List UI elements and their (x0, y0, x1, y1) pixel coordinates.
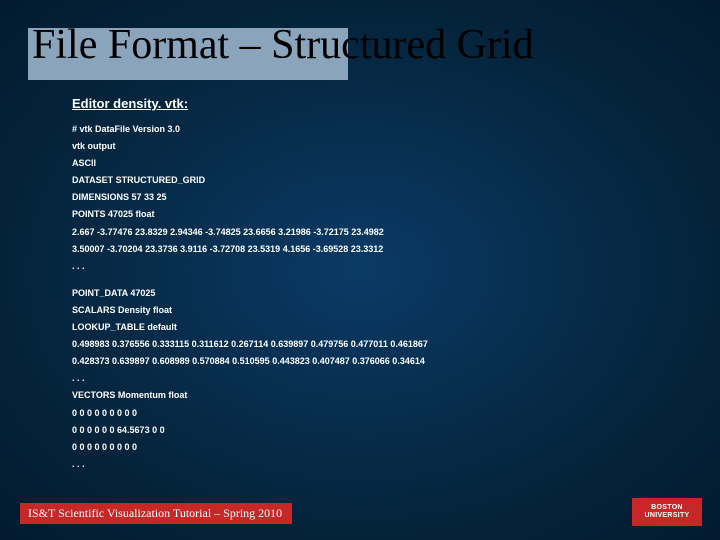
file-line: 3.50007 -3.70204 23.3736 3.9116 -3.72708… (72, 241, 680, 258)
logo-text: BOSTON UNIVERSITY (644, 504, 689, 519)
footer-bar: IS&T Scientific Visualization Tutorial –… (20, 503, 292, 524)
file-line: . . . (72, 456, 680, 473)
boston-university-logo: BOSTON UNIVERSITY (632, 498, 702, 526)
file-line: DATASET STRUCTURED_GRID (72, 172, 680, 189)
file-line: VECTORS Momentum float (72, 387, 680, 404)
file-block-2: POINT_DATA 47025SCALARS Density floatLOO… (72, 285, 680, 473)
file-line: . . . (72, 258, 680, 275)
file-line: . . . (72, 370, 680, 387)
file-line: 2.667 -3.77476 23.8329 2.94346 -3.74825 … (72, 224, 680, 241)
file-line: SCALARS Density float (72, 302, 680, 319)
logo-line1: BOSTON (644, 504, 689, 512)
file-line: vtk output (72, 138, 680, 155)
file-line: LOOKUP_TABLE default (72, 319, 680, 336)
file-line: POINTS 47025 float (72, 206, 680, 223)
file-line: 0 0 0 0 0 0 0 0 0 (72, 439, 680, 456)
file-line: ASCII (72, 155, 680, 172)
file-block-1: # vtk DataFile Version 3.0vtk outputASCI… (72, 121, 680, 275)
file-line: # vtk DataFile Version 3.0 (72, 121, 680, 138)
file-line: 0 0 0 0 0 0 64.5673 0 0 (72, 422, 680, 439)
editor-heading: Editor density. vtk: (72, 96, 680, 111)
file-line: 0.428373 0.639897 0.608989 0.570884 0.51… (72, 353, 680, 370)
file-line: 0.498983 0.376556 0.333115 0.311612 0.26… (72, 336, 680, 353)
file-line: POINT_DATA 47025 (72, 285, 680, 302)
logo-line2: UNIVERSITY (644, 512, 689, 520)
slide-content: Editor density. vtk: # vtk DataFile Vers… (72, 96, 680, 473)
slide-title-wrap: File Format – Structured Grid (28, 22, 700, 68)
file-line: DIMENSIONS 57 33 25 (72, 189, 680, 206)
slide-title: File Format – Structured Grid (28, 22, 700, 68)
file-line: 0 0 0 0 0 0 0 0 0 (72, 405, 680, 422)
